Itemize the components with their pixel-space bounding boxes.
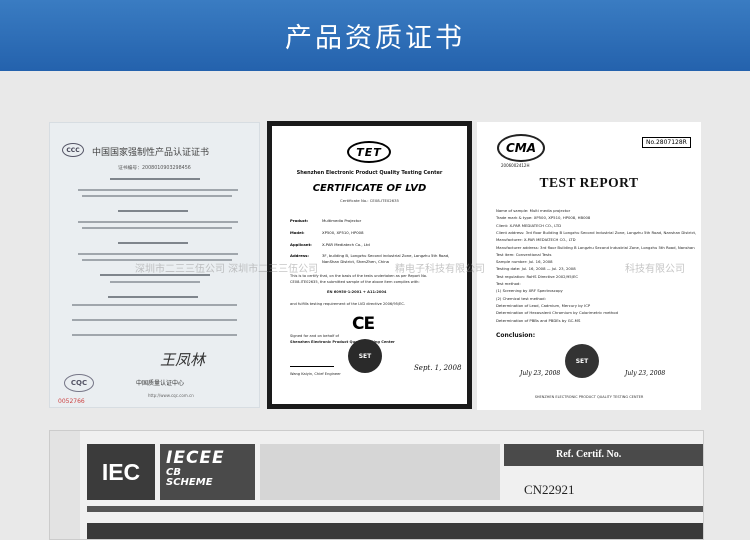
text-line	[72, 304, 237, 306]
text-line	[78, 253, 238, 255]
ccc-title: 中国国家强制性产品认证证书	[92, 148, 210, 158]
model-value: XP500, XP510, HP008	[322, 230, 364, 235]
report-row: Manufacturer: X-PAR MEDIATECH CO., LTD	[496, 237, 576, 243]
text-line	[72, 319, 237, 321]
address-line-2: NanShan District, ShenZhen, China	[322, 259, 389, 264]
report-row: (2) Chemical test method:	[496, 295, 546, 301]
lvd-cert-no: Certificate No.: CE08-ITE02635	[340, 198, 399, 203]
divider-bar	[87, 506, 703, 512]
report-row: Test method:	[496, 281, 521, 286]
report-row: Determination of Hexavalent Chromium by …	[496, 310, 619, 316]
ref-certif-value: CN22921	[524, 482, 575, 497]
report-row: Test regulation: RoHS Directive 2002/95/…	[496, 273, 579, 279]
header-banner: 产品资质证书	[0, 0, 750, 71]
watermark-left: 深圳市二三三伍公司 深圳市二三三伍公司	[135, 264, 319, 275]
report-row: Trade mark & type: XP500, XP510, HP008, …	[496, 215, 591, 221]
lvd-signed: Signed for and on behalf of	[290, 334, 339, 338]
watermark-mid: 精电子科技有限公司	[395, 264, 485, 275]
report-row: Test item: Conventional Tests	[496, 251, 552, 257]
lvd-signed-2: Shenzhen Electronic Product Quality Test…	[290, 340, 395, 344]
report-row: Testing date: Jul. 16, 2008 — Jul. 23, 2…	[496, 266, 576, 272]
report-footer: SHENZHEN ELECTRONIC PRODUCT QUALITY TEST…	[534, 395, 644, 399]
report-row: Manufacturer address: 3rd floor Building…	[496, 244, 695, 250]
set-seal-icon: SET	[565, 344, 599, 378]
ce-mark-icon: CE	[352, 314, 375, 334]
product-value: Multimedia Projector	[322, 218, 362, 223]
report-row: Sample number: Jul. 16, 2008	[496, 259, 553, 265]
signature: 王凤林	[160, 351, 206, 369]
ccc-number: 证书编号：2008010903298456	[118, 166, 191, 171]
applicant-value: X-PAR Mediatech Co., Ltd	[322, 242, 370, 247]
lvd-body-2: CE08-ITE02635, the submitted sample of t…	[290, 280, 420, 284]
ref-certif-label: Ref. Certif. No.	[556, 449, 622, 460]
signature-line	[290, 366, 334, 367]
text-line	[82, 195, 232, 197]
text-line	[78, 189, 238, 191]
lvd-signer: Wang Kaiyin, Chief Engineer	[290, 372, 341, 376]
lvd-body-3: and fulfills testing requirement of the …	[290, 302, 406, 306]
ccc-footer: http://www.cqc.com.cn	[148, 393, 194, 398]
checker-signature: July 23, 2008	[520, 370, 561, 377]
report-row: Determination of PBBs and PBDEs by GC-MS	[496, 317, 581, 323]
applicant-label: Applicant:	[290, 242, 312, 247]
cma-logo-icon: CMA	[497, 134, 545, 162]
approver-signature: July 23, 2008	[625, 370, 666, 377]
report-conclusion: Conclusion:	[496, 332, 536, 339]
report-row: Name of sample: Multi media projector	[496, 208, 571, 213]
text-line	[108, 296, 198, 298]
tet-logo-icon: TET	[347, 141, 391, 163]
cqc-seal-icon: CQC	[64, 374, 94, 392]
report-row: Client: X-PAR MEDIATECH CO., LTD	[496, 222, 562, 228]
address-line-1: 3F, building B, Longzhu Second industria…	[322, 253, 450, 258]
model-label: Model:	[290, 230, 305, 235]
cb-header-middle	[260, 444, 500, 500]
lvd-center-name: Shenzhen Electronic Product Quality Test…	[296, 170, 443, 176]
iecee-text: IECEE	[166, 448, 225, 468]
iecee-logo-icon: IECEE CB SCHEME	[160, 444, 255, 500]
text-line	[118, 242, 188, 244]
ccc-logo-icon: CCC	[62, 143, 84, 157]
divider-bar	[87, 523, 703, 539]
ccc-serial: 0052766	[58, 398, 85, 405]
address-label: Address:	[290, 253, 309, 258]
iec-logo-icon: IEC	[87, 444, 155, 500]
text-line	[78, 221, 238, 223]
product-label: Product:	[290, 218, 309, 223]
report-row: Determination of Lead, Cadmium, Mercury …	[496, 302, 591, 308]
text-line	[72, 334, 237, 336]
report-row: Client address: 3rd floor Building B Lon…	[496, 229, 697, 235]
iec-text: IEC	[101, 458, 141, 485]
text-line	[82, 227, 232, 229]
lvd-date: Sept. 1, 2008	[414, 364, 462, 372]
cma-number: 2006002412H	[501, 163, 530, 168]
page-title: 产品资质证书	[285, 23, 465, 54]
report-title: TEST REPORT	[539, 175, 639, 190]
text-line	[110, 281, 200, 283]
report-number: No.2807128R	[642, 137, 691, 148]
text-line	[110, 178, 200, 180]
ccc-issuer: 中国质量认证中心	[136, 380, 185, 387]
scheme-text: SCHEME	[166, 477, 213, 488]
lvd-standard: EN 60950-1:2001 + A11:2004	[327, 290, 387, 294]
lvd-title: CERTIFICATE OF LVD	[312, 183, 427, 194]
report-row: (1) Screening by XRF Spectroscopy	[496, 288, 563, 294]
set-seal-icon: SET	[348, 339, 382, 373]
certificate-edge	[50, 431, 80, 539]
watermark-right: 科技有限公司	[625, 264, 685, 275]
ref-certif-header: Ref. Certif. No.	[504, 444, 703, 466]
iec-cb-certificate[interactable]: IEC IECEE CB SCHEME Ref. Certif. No. CN2…	[49, 430, 704, 540]
text-line	[118, 210, 188, 212]
